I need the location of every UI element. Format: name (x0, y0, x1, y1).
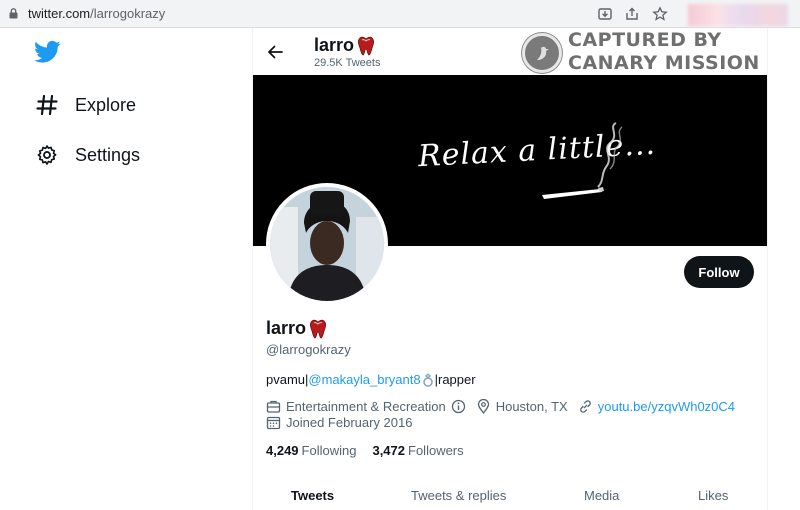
following-label: Following (301, 443, 357, 458)
following-link[interactable]: 4,249 Following (266, 443, 356, 458)
profile-handle: @larrogokrazy (266, 342, 351, 357)
nav-label-explore: Explore (75, 94, 137, 115)
profile-tabs: Tweets Tweets & replies Media Likes (253, 478, 767, 510)
twitter-bird-icon[interactable] (34, 40, 61, 64)
watermark-line1: CAPTURED BY (568, 29, 722, 51)
url-text[interactable]: twitter.com/larrogokrazy (28, 6, 165, 21)
nav-item-settings[interactable]: Settings (36, 144, 140, 166)
nav-item-explore[interactable]: Explore (36, 94, 136, 116)
following-count: 4,249 (266, 443, 299, 458)
canary-logo (522, 33, 562, 73)
tab-likes[interactable]: Likes (698, 488, 728, 503)
back-arrow-icon[interactable] (267, 44, 283, 60)
install-icon[interactable] (597, 6, 613, 22)
header-tweet-count: 29.5K Tweets (314, 57, 381, 69)
profile-name-text: larro (266, 318, 307, 338)
share-icon[interactable] (624, 6, 640, 22)
profile-bio: pvamu| @makayla_bryant8 |rapper (266, 372, 476, 387)
canary-mission-watermark: CAPTURED BY CANARY MISSION (522, 29, 760, 75)
gear-icon (37, 145, 57, 165)
followers-count: 3,472 (372, 443, 406, 458)
followers-label: Followers (408, 443, 464, 458)
profile-stats: 4,249 Following 3,472 Followers (266, 443, 480, 458)
tooth-emoji-icon (310, 319, 327, 338)
location-pin-icon (477, 399, 489, 414)
browser-url-bar[interactable]: twitter.com/larrogokrazy (0, 0, 800, 28)
profile-name: larro (266, 318, 327, 339)
calendar-icon (266, 416, 281, 430)
hashtag-icon (36, 94, 58, 116)
website-link[interactable]: youtu.be/yzqvWh0z0C4 (598, 399, 735, 414)
bio-suffix: |rapper (434, 372, 476, 387)
briefcase-icon (266, 400, 281, 413)
bird-logo-icon (537, 46, 549, 60)
avatar-photo (270, 187, 384, 301)
follow-button[interactable]: Follow (684, 256, 754, 288)
bio-mention-link[interactable]: @makayla_bryant8 (308, 372, 420, 387)
nav-label-settings: Settings (75, 144, 141, 165)
header-name-text: larro (314, 35, 355, 55)
info-icon[interactable] (451, 399, 466, 414)
url-host: twitter.com (28, 6, 91, 21)
joined-text: Joined February 2016 (286, 415, 413, 430)
location-text: Houston, TX (495, 399, 568, 414)
profile-website: youtu.be/yzqvWh0z0C4 (578, 399, 735, 414)
profile-meta: Entertainment & Recreation Houston, TX y… (266, 399, 745, 414)
profile-location: Houston, TX (476, 399, 568, 414)
tooth-emoji-icon (358, 36, 375, 55)
profile-category: Entertainment & Recreation (266, 399, 466, 414)
category-text: Entertainment & Recreation (286, 399, 446, 414)
lock-icon[interactable] (9, 8, 18, 19)
link-icon (579, 400, 591, 413)
blurred-extension-area (688, 4, 788, 26)
profile-joined: Joined February 2016 (266, 415, 412, 430)
url-path: /larrogokrazy (90, 6, 166, 21)
watermark-text: CAPTURED BY CANARY MISSION (568, 29, 760, 75)
joint-smoke-graphic (542, 122, 623, 199)
bio-prefix: pvamu| (266, 372, 309, 387)
header-profile-name: larro (314, 35, 375, 56)
ring-emoji-icon (422, 372, 433, 387)
profile-avatar[interactable] (266, 183, 388, 305)
watermark-line2: CANARY MISSION (568, 52, 760, 74)
tab-tweets[interactable]: Tweets (291, 488, 334, 503)
bookmark-star-icon[interactable] (652, 6, 668, 22)
followers-link[interactable]: 3,472 Followers (372, 443, 463, 458)
tab-media[interactable]: Media (584, 488, 619, 503)
tab-tweets-replies[interactable]: Tweets & replies (411, 488, 506, 503)
